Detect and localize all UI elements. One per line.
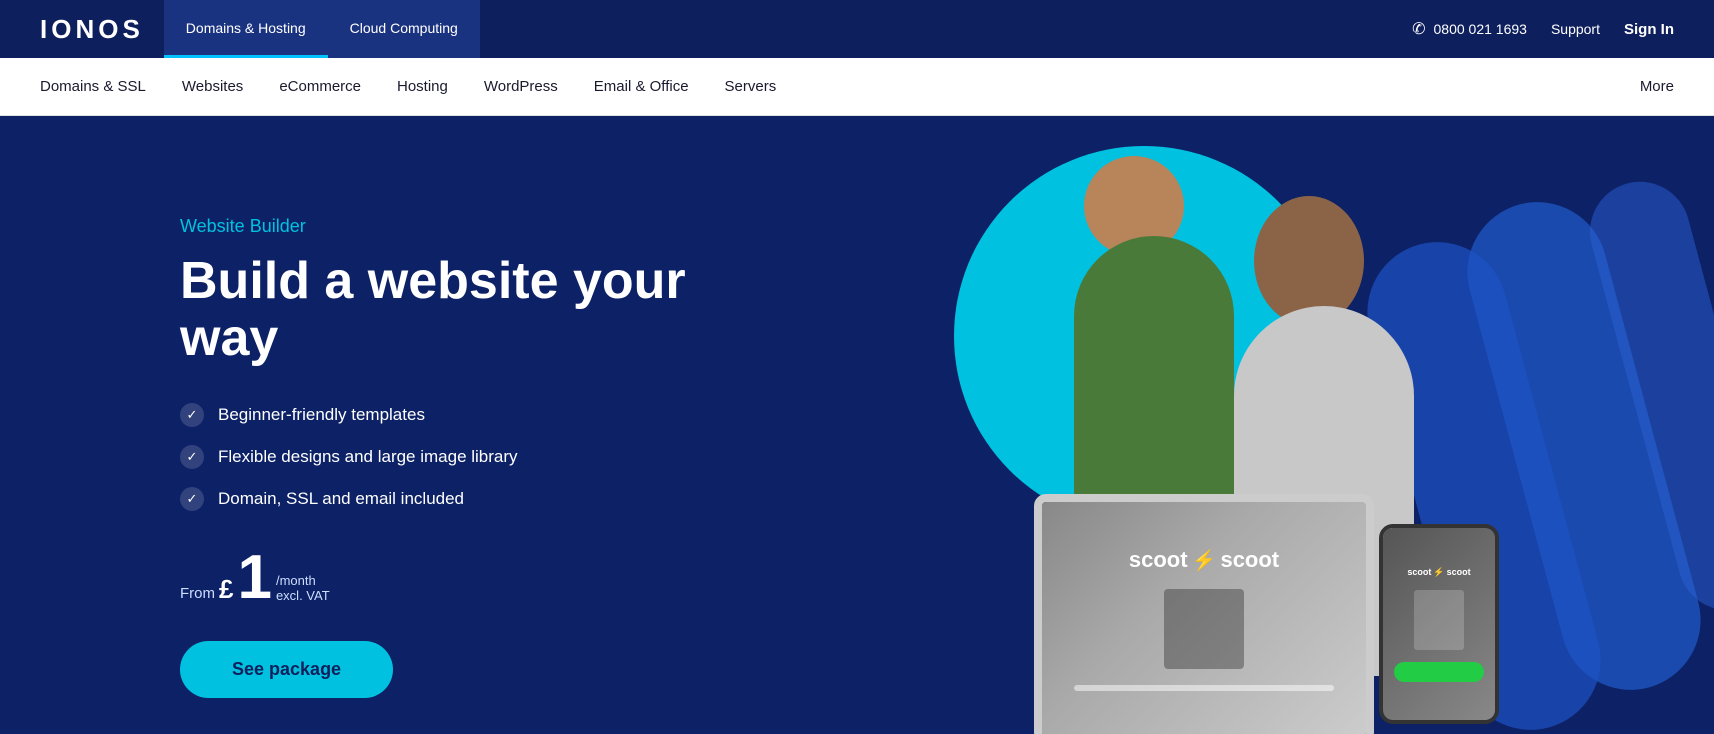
tablet-device: scoot ⚡ scoot bbox=[1034, 494, 1374, 734]
phone-lightning-icon: ⚡ bbox=[1433, 567, 1444, 578]
feature-item-1: Beginner-friendly templates bbox=[180, 403, 780, 427]
nav-hosting[interactable]: Hosting bbox=[397, 78, 448, 95]
check-icon-1 bbox=[180, 403, 204, 427]
tablet-divider bbox=[1074, 685, 1333, 691]
feature-item-3: Domain, SSL and email included bbox=[180, 487, 780, 511]
from-label: From bbox=[180, 585, 215, 602]
phone-brand-name: scoot bbox=[1407, 567, 1431, 577]
tablet-brand-logo: scoot ⚡ scoot bbox=[1129, 547, 1279, 573]
secondary-nav: Domains & SSL Websites eCommerce Hosting… bbox=[0, 58, 1714, 116]
phone-screen: scoot ⚡ scoot bbox=[1383, 528, 1495, 720]
nav-wordpress[interactable]: WordPress bbox=[484, 78, 558, 95]
feature-item-2: Flexible designs and large image library bbox=[180, 445, 780, 469]
check-icon-3 bbox=[180, 487, 204, 511]
price-detail: /month excl. VAT bbox=[276, 573, 330, 609]
top-bar: IONOS Domains & Hosting Cloud Computing … bbox=[0, 0, 1714, 58]
excl-vat: excl. VAT bbox=[276, 588, 330, 603]
secondary-nav-items: Domains & SSL Websites eCommerce Hosting… bbox=[40, 78, 1640, 95]
tablet-screen: scoot ⚡ scoot bbox=[1042, 502, 1366, 734]
phone-icon: ✆ bbox=[1412, 19, 1425, 39]
nav-domains-ssl[interactable]: Domains & SSL bbox=[40, 78, 146, 95]
tablet-image bbox=[1164, 589, 1244, 669]
top-right-area: ✆ 0800 021 1693 Support Sign In bbox=[1412, 19, 1674, 39]
hero-content: Website Builder Build a website your way… bbox=[180, 196, 780, 698]
price-number: 1 bbox=[237, 547, 271, 609]
tablet-brand-name-2: scoot bbox=[1220, 547, 1279, 573]
lightning-icon: ⚡ bbox=[1192, 548, 1217, 573]
tablet-brand-name: scoot bbox=[1129, 547, 1188, 573]
nav-servers[interactable]: Servers bbox=[725, 78, 777, 95]
phone-brand-logo: scoot ⚡ scoot bbox=[1407, 567, 1470, 578]
top-nav-tabs: Domains & Hosting Cloud Computing bbox=[164, 0, 480, 58]
hero-visual: scoot ⚡ scoot scoot ⚡ scoot bbox=[814, 116, 1714, 734]
hero-subtitle: Website Builder bbox=[180, 216, 780, 237]
hero-section: Website Builder Build a website your way… bbox=[0, 116, 1714, 734]
phone-image bbox=[1414, 590, 1464, 650]
currency-symbol: £ bbox=[219, 574, 233, 605]
see-package-button[interactable]: See package bbox=[180, 641, 393, 698]
price-area: From £ 1 /month excl. VAT bbox=[180, 547, 780, 609]
nav-email-office[interactable]: Email & Office bbox=[594, 78, 689, 95]
hero-title: Build a website your way bbox=[180, 253, 780, 367]
phone-number: 0800 021 1693 bbox=[1434, 21, 1527, 37]
sign-in-button[interactable]: Sign In bbox=[1624, 21, 1674, 38]
nav-ecommerce[interactable]: eCommerce bbox=[279, 78, 361, 95]
tab-domains-hosting[interactable]: Domains & Hosting bbox=[164, 0, 328, 58]
check-icon-2 bbox=[180, 445, 204, 469]
per-month: /month bbox=[276, 573, 330, 588]
tab-cloud-computing[interactable]: Cloud Computing bbox=[328, 0, 480, 58]
support-link[interactable]: Support bbox=[1551, 21, 1600, 37]
nav-websites[interactable]: Websites bbox=[182, 78, 243, 95]
nav-more[interactable]: More bbox=[1640, 78, 1674, 95]
phone-cta bbox=[1394, 662, 1484, 682]
phone-area: ✆ 0800 021 1693 bbox=[1412, 19, 1527, 39]
brand-logo: IONOS bbox=[40, 14, 144, 45]
phone-brand-name-2: scoot bbox=[1447, 567, 1471, 577]
feature-list: Beginner-friendly templates Flexible des… bbox=[180, 403, 780, 511]
phone-device: scoot ⚡ scoot bbox=[1379, 524, 1499, 724]
